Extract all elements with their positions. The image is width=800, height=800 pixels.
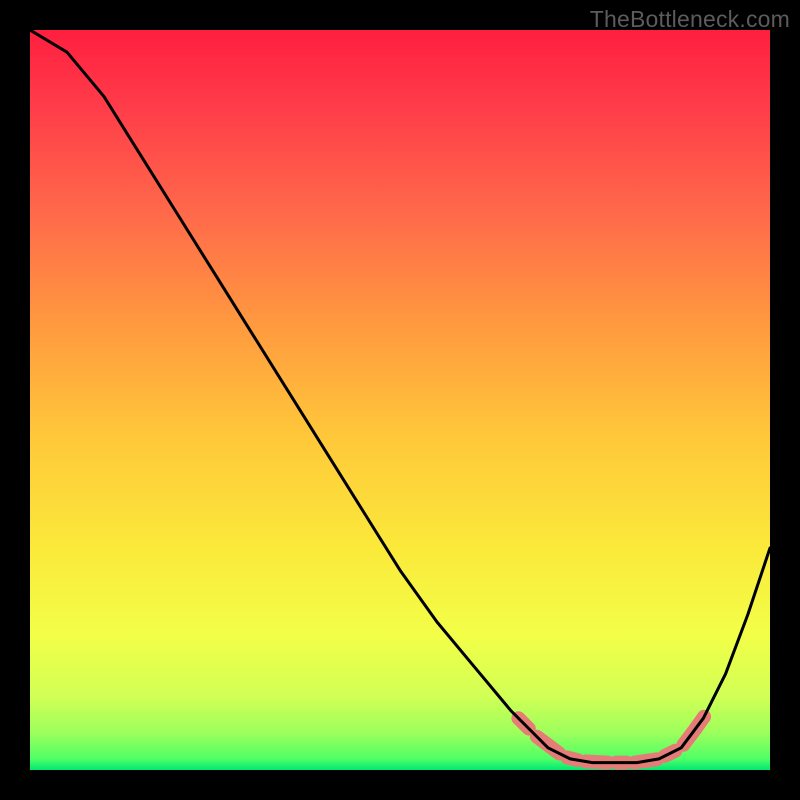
plateau-markers bbox=[518, 717, 704, 763]
curve-layer bbox=[30, 30, 770, 770]
chart-frame: TheBottleneck.com bbox=[0, 0, 800, 800]
bottleneck-curve bbox=[30, 30, 770, 763]
watermark-text: TheBottleneck.com bbox=[590, 6, 790, 33]
plot-area bbox=[30, 30, 770, 770]
